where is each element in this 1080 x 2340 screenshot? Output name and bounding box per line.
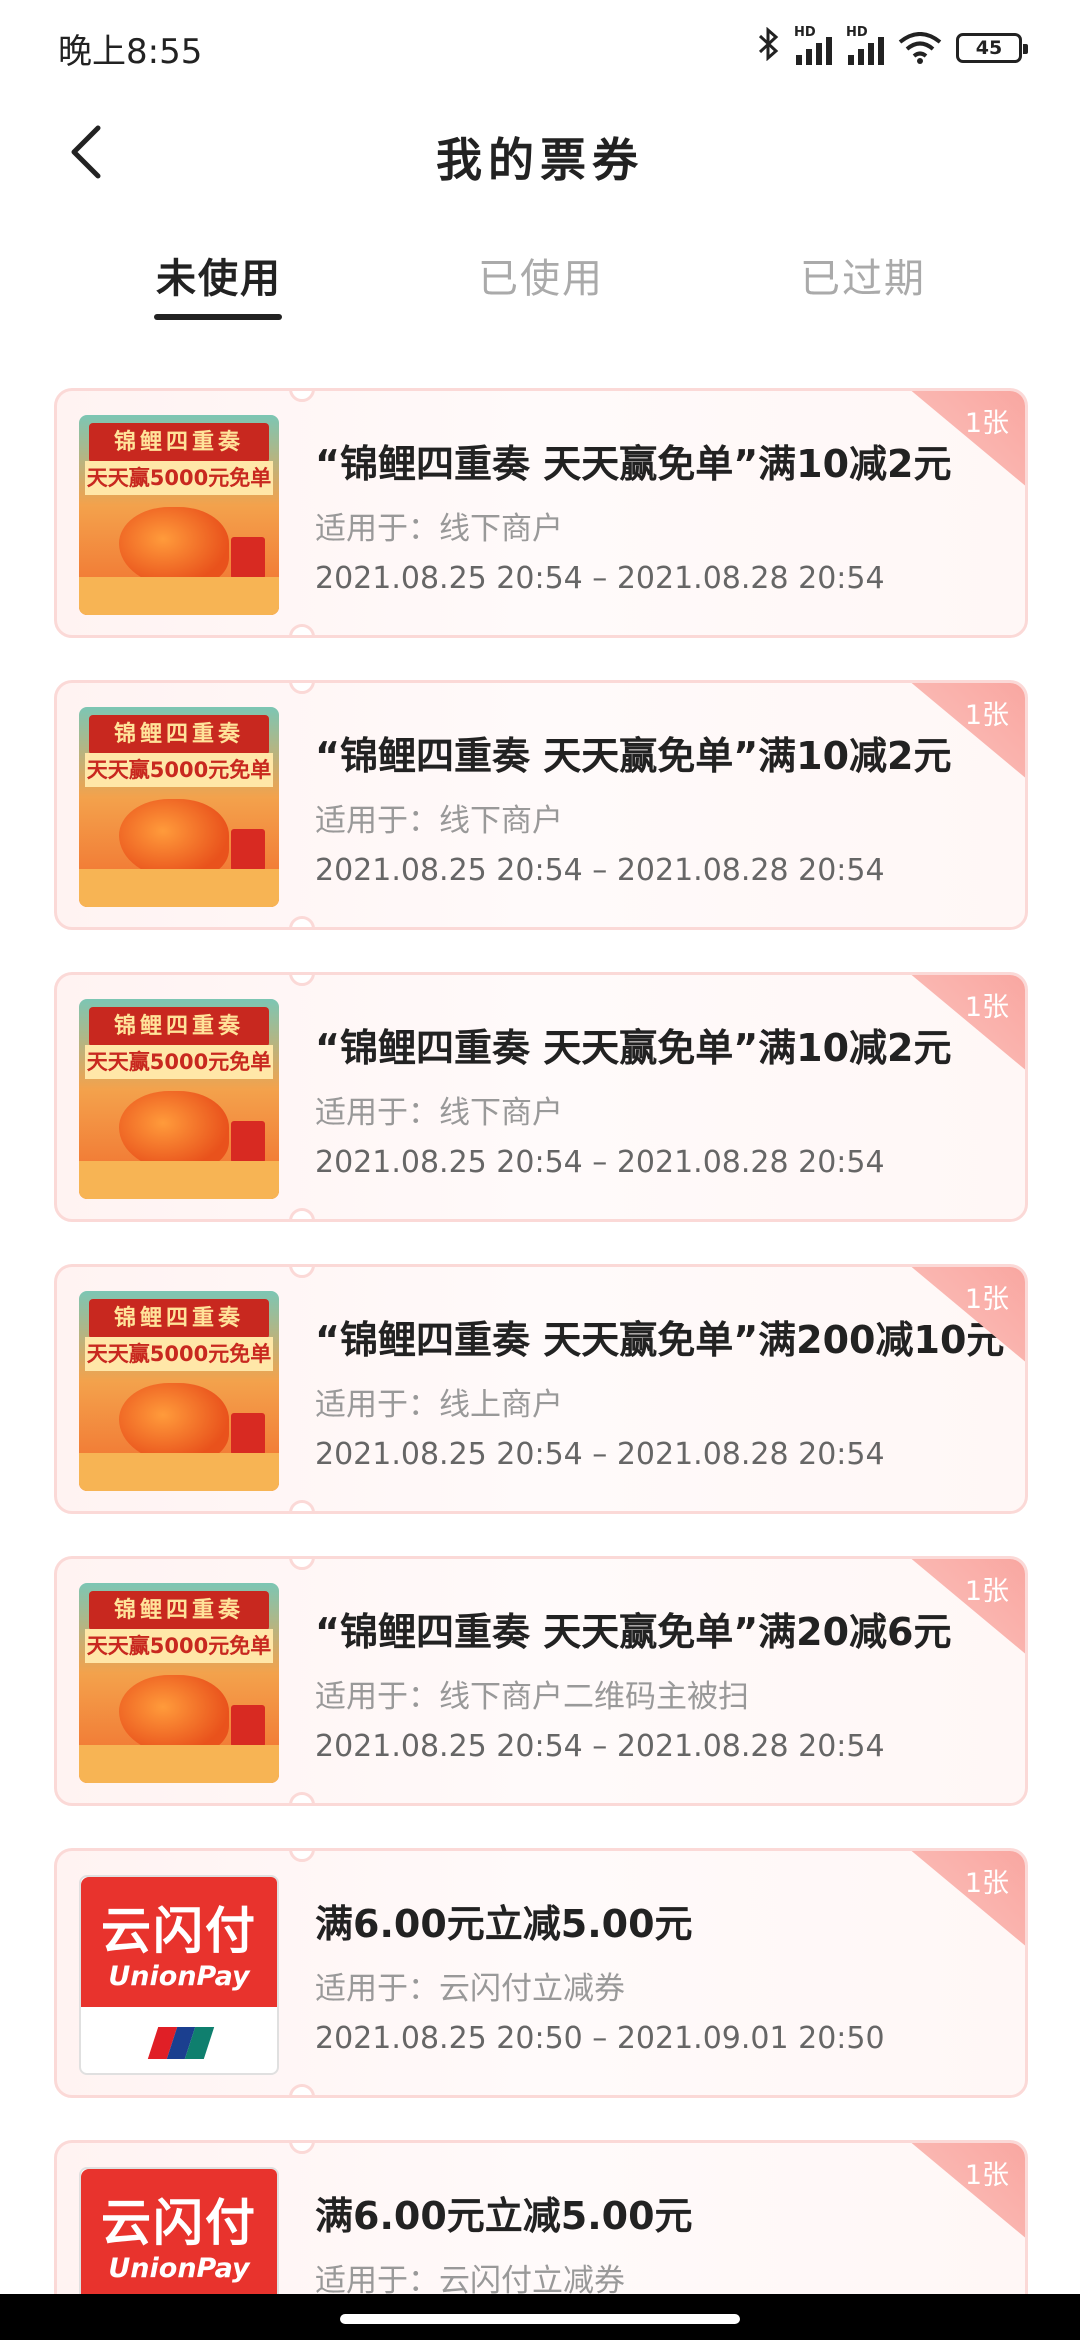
signal-icon: HD <box>794 25 832 65</box>
coupon-list[interactable]: 锦鲤四重奏 天天赢5000元免单 “锦鲤四重奏 天天赢免单”满10减2元 适用于… <box>54 388 1028 2340</box>
koi-fish-icon <box>119 799 229 879</box>
coupon-scope: 适用于：线下商户 <box>315 511 563 547</box>
unionpay-logo: 云闪付 UnionPay <box>79 1875 279 2075</box>
coupon-thumbnail: 锦鲤四重奏 天天赢5000元免单 <box>79 1583 279 1783</box>
coupon-card[interactable]: 锦鲤四重奏 天天赢5000元免单 “锦鲤四重奏 天天赢免单”满10减2元 适用于… <box>54 680 1028 930</box>
red-envelope-icon <box>231 1413 265 1455</box>
koi-fish-icon <box>119 1091 229 1171</box>
coupon-count: 1张 <box>964 1576 1009 1607</box>
tab-indicator <box>154 314 282 320</box>
coupon-card[interactable]: 锦鲤四重奏 天天赢5000元免单 “锦鲤四重奏 天天赢免单”满10减2元 适用于… <box>54 388 1028 638</box>
coupon-card[interactable]: 云闪付 UnionPay 满6.00元立减5.00元 适用于：云闪付立减券 20… <box>54 1848 1028 2098</box>
battery-icon: 45 <box>956 33 1028 63</box>
coupon-scope: 适用于：云闪付立减券 <box>315 1971 625 2007</box>
coupon-title: “锦鲤四重奏 天天赢免单”满200减10元 <box>315 1318 1005 1362</box>
red-envelope-icon <box>231 1705 265 1747</box>
coupon-title: “锦鲤四重奏 天天赢免单”满20减6元 <box>315 1610 952 1654</box>
coupon-thumbnail: 锦鲤四重奏 天天赢5000元免单 <box>79 999 279 1199</box>
tab-bar: 未使用 已使用 已过期 <box>0 236 1080 326</box>
coupon-scope: 适用于：线上商户 <box>315 1387 563 1423</box>
signal-icon: HD <box>846 25 884 65</box>
coupon-count: 1张 <box>964 1868 1009 1899</box>
page-title: 我的票券 <box>436 133 644 187</box>
tab-used[interactable]: 已使用 <box>478 246 604 304</box>
koi-fish-icon <box>119 1675 229 1755</box>
tab-unused[interactable]: 未使用 <box>156 246 282 304</box>
coupon-title: 满6.00元立减5.00元 <box>315 2194 693 2238</box>
coupon-title: “锦鲤四重奏 天天赢免单”满10减2元 <box>315 734 952 778</box>
coupon-validity: 2021.08.25 20:54 – 2021.08.28 20:54 <box>315 561 885 596</box>
coupon-count: 1张 <box>964 700 1009 731</box>
red-envelope-icon <box>231 1121 265 1163</box>
coupon-card[interactable]: 锦鲤四重奏 天天赢5000元免单 “锦鲤四重奏 天天赢免单”满20减6元 适用于… <box>54 1556 1028 1806</box>
red-envelope-icon <box>231 829 265 871</box>
wifi-icon <box>898 32 942 64</box>
coupon-validity: 2021.08.25 20:54 – 2021.08.28 20:54 <box>315 1437 885 1472</box>
bluetooth-icon <box>758 26 780 70</box>
coupon-validity: 2021.08.25 20:50 – 2021.09.01 20:50 <box>315 2021 885 2056</box>
coupon-validity: 2021.08.25 20:54 – 2021.08.28 20:54 <box>315 1729 885 1764</box>
navigation-bar: 我的票券 <box>0 96 1080 212</box>
koi-fish-icon <box>119 507 229 587</box>
status-icons: HD HD 45 <box>758 25 1028 70</box>
coupon-validity: 2021.08.25 20:54 – 2021.08.28 20:54 <box>315 853 885 888</box>
coupon-count: 1张 <box>964 408 1009 439</box>
tab-expired[interactable]: 已过期 <box>800 246 926 304</box>
coupon-thumbnail: 锦鲤四重奏 天天赢5000元免单 <box>79 707 279 907</box>
coupon-scope: 适用于：线下商户 <box>315 803 563 839</box>
coupon-title: 满6.00元立减5.00元 <box>315 1902 693 1946</box>
system-navigation-bar <box>0 2294 1080 2340</box>
coupon-scope: 适用于：线下商户二维码主被扫 <box>315 1679 749 1715</box>
status-bar: 晚上8:55 HD HD 45 <box>0 0 1080 96</box>
coupon-count: 1张 <box>964 992 1009 1023</box>
hd-label: HD <box>846 25 868 40</box>
coupon-card[interactable]: 锦鲤四重奏 天天赢5000元免单 “锦鲤四重奏 天天赢免单”满10减2元 适用于… <box>54 972 1028 1222</box>
coupon-count: 1张 <box>964 2160 1009 2191</box>
home-indicator[interactable] <box>340 2314 740 2324</box>
coupon-thumbnail: 锦鲤四重奏 天天赢5000元免单 <box>79 1291 279 1491</box>
coupon-thumbnail: 锦鲤四重奏 天天赢5000元免单 <box>79 415 279 615</box>
hd-label: HD <box>794 25 816 40</box>
coupon-card[interactable]: 锦鲤四重奏 天天赢5000元免单 “锦鲤四重奏 天天赢免单”满200减10元 适… <box>54 1264 1028 1514</box>
coupon-scope: 适用于：线下商户 <box>315 1095 563 1131</box>
status-time: 晚上8:55 <box>58 31 203 72</box>
coupon-title: “锦鲤四重奏 天天赢免单”满10减2元 <box>315 1026 952 1070</box>
coupon-title: “锦鲤四重奏 天天赢免单”满10减2元 <box>315 442 952 486</box>
koi-fish-icon <box>119 1383 229 1463</box>
red-envelope-icon <box>231 537 265 579</box>
coupon-count: 1张 <box>964 1284 1009 1315</box>
coupon-validity: 2021.08.25 20:54 – 2021.08.28 20:54 <box>315 1145 885 1180</box>
unionpay-icon <box>147 2027 215 2059</box>
